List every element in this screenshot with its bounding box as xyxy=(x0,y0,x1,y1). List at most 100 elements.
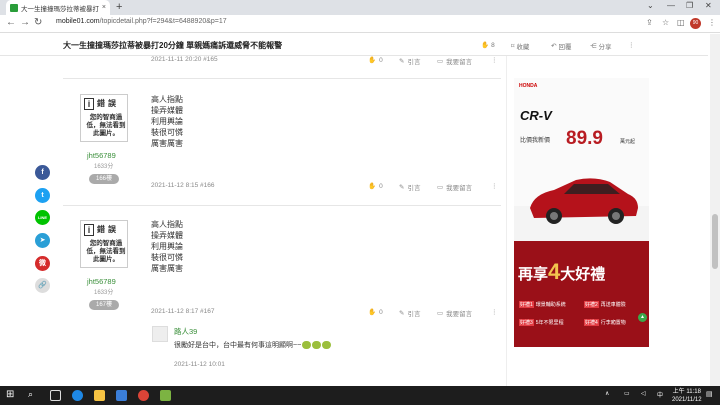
post-body: 高人指點 操弄媒體 利用輿論 裝很可憐 厲害厲害 xyxy=(151,220,183,273)
facebook-share-icon[interactable]: f xyxy=(35,165,50,180)
reply-button[interactable]: ↶ 回覆 xyxy=(551,41,571,51)
ad-model-name: CR-V xyxy=(520,108,552,123)
quote-icon: ✎ xyxy=(399,58,405,65)
minimize-icon[interactable]: — xyxy=(667,1,675,10)
tray-arrow-icon[interactable]: ∧ xyxy=(605,390,613,401)
ad-gift-item: 好禮2 再送車體險 xyxy=(584,301,626,308)
store-icon[interactable] xyxy=(116,390,127,401)
share-page-icon[interactable]: ⇪ xyxy=(646,18,653,27)
user-score: 1633分 xyxy=(94,290,114,296)
file-explorer-icon[interactable] xyxy=(94,390,105,401)
scrollbar-thumb[interactable] xyxy=(712,214,718,269)
share-button[interactable]: ⋲ 分享 xyxy=(590,41,612,51)
reply-text: 很勵好是台中，台中最有何事這明顯啊~~ xyxy=(174,340,332,350)
notification-icon[interactable]: ▤ xyxy=(706,390,717,401)
tab-search-icon[interactable]: ⌄ xyxy=(647,1,654,10)
user-avatar[interactable]: i 錯誤 您的智商過低，無法看到此圖片。 xyxy=(80,220,128,268)
advertisement[interactable]: HONDA CR-V 比價我新價 89.9 萬元起 再享4大好禮 好禮1 環景輔助… xyxy=(514,78,649,347)
more-options-icon[interactable]: ⋮ xyxy=(628,41,635,49)
search-icon[interactable]: ⌕ xyxy=(28,389,39,400)
quote-button[interactable]: ✎ 引言 xyxy=(399,56,420,66)
post-more-icon[interactable]: ⋮ xyxy=(491,308,498,316)
ad-promo-panel: 再享4大好禮 好禮1 環景輔助系統 好禮2 再送車體險 好禮3 5年不限里程 好禮4 行… xyxy=(514,241,649,347)
comment-button[interactable]: ▭ 我要留言 xyxy=(437,308,472,318)
address-bar[interactable]: mobile01.com/topicdetail.php?f=294&t=648… xyxy=(56,18,227,25)
chrome-icon[interactable] xyxy=(138,390,149,401)
comment-button[interactable]: ▭ 我要留言 xyxy=(437,182,472,192)
reply-username-link[interactable]: 路人39 xyxy=(174,326,197,337)
username-link[interactable]: jht56789 xyxy=(87,277,116,286)
url-path: /topicdetail.php?f=294&t=6488920&p=17 xyxy=(99,18,227,25)
taskbar: ⊞ ⌕ ∧ ▭ ◁ 中 上午 11:18 2021/11/12 ▤ xyxy=(0,386,720,405)
like-button[interactable]: ✋ 0 xyxy=(368,308,383,317)
thumb-icon: ✋ xyxy=(368,309,377,316)
weibo-share-icon[interactable]: 微 xyxy=(35,256,50,271)
line-share-icon[interactable]: LINE xyxy=(35,210,50,225)
windows-start-icon[interactable]: ⊞ xyxy=(6,389,17,400)
forward-icon[interactable]: → xyxy=(20,17,30,28)
sidebar-divider xyxy=(506,56,507,386)
new-tab-button[interactable]: + xyxy=(116,1,122,13)
favorite-button[interactable]: ⌑ 收藏 xyxy=(511,41,529,51)
floor-badge: 166樓 xyxy=(89,174,119,184)
close-window-icon[interactable]: ✕ xyxy=(705,1,712,10)
username-link[interactable]: jht56789 xyxy=(87,151,116,160)
avatar-error-message: 您的智商過低，無法看到此圖片。 xyxy=(86,240,126,263)
post-timestamp: 2021-11-11 20:20 #165 xyxy=(151,56,218,63)
post-more-icon[interactable]: ⋮ xyxy=(491,56,498,64)
profile-avatar[interactable]: 90 xyxy=(690,18,701,29)
user-score: 1633分 xyxy=(94,164,114,170)
close-tab-icon[interactable]: × xyxy=(102,4,106,11)
back-icon[interactable]: ← xyxy=(6,17,16,28)
thumb-icon: ✋ xyxy=(368,57,377,64)
comment-icon: ▭ xyxy=(437,184,444,191)
floor-badge: 167樓 xyxy=(89,300,119,310)
browser-toolbar: ← → ↻ mobile01.com/topicdetail.php?f=294… xyxy=(0,15,720,33)
menu-icon[interactable]: ⋮ xyxy=(708,18,716,27)
user-avatar[interactable]: i 錯誤 您的智商過低，無法看到此圖片。 xyxy=(80,94,128,142)
avatar-error-title: 錯誤 xyxy=(97,225,119,234)
ad-arrow-icon[interactable]: ▲ xyxy=(638,313,647,322)
thumb-icon: ✋ xyxy=(368,183,377,190)
post-divider xyxy=(63,78,501,79)
comment-button[interactable]: ▭ 我要留言 xyxy=(437,56,472,66)
topic-header: 大一生撞撞瑪莎拉蒂被暴打20分鐘 單親媽痛訴還威脅不能報警 ✋ 8 ⌑ 收藏 ↶ 回覆… xyxy=(0,34,708,56)
info-icon: i xyxy=(84,224,94,236)
language-icon[interactable]: 中 xyxy=(657,390,665,401)
comment-icon: ▭ xyxy=(437,310,444,317)
quote-button[interactable]: ✎ 引言 xyxy=(399,182,420,192)
topic-like-button[interactable]: ✋ 8 xyxy=(481,41,495,50)
extensions-icon[interactable]: ◫ xyxy=(677,18,685,27)
bookmark-star-icon[interactable]: ☆ xyxy=(662,18,669,27)
like-button[interactable]: ✋ 0 xyxy=(368,182,383,191)
reload-icon[interactable]: ↻ xyxy=(34,17,42,28)
comment-icon: ▭ xyxy=(437,58,444,65)
share-icon: ⋲ xyxy=(590,43,597,50)
network-icon[interactable]: ▭ xyxy=(624,390,632,401)
system-clock[interactable]: 上午 11:18 2021/11/12 xyxy=(672,388,702,404)
page-scrollbar[interactable] xyxy=(710,34,720,386)
copy-link-icon[interactable]: 🔗 xyxy=(35,278,50,293)
emoji-icon xyxy=(312,341,322,350)
like-button[interactable]: ✋ 0 xyxy=(368,56,383,65)
twitter-share-icon[interactable]: t xyxy=(35,188,50,203)
edge-icon[interactable] xyxy=(72,390,83,401)
volume-icon[interactable]: ◁ xyxy=(641,390,649,401)
reply-avatar[interactable] xyxy=(152,326,168,342)
ad-price: 89.9 xyxy=(566,128,603,149)
telegram-share-icon[interactable]: ➤ xyxy=(35,233,50,248)
restore-icon[interactable]: ❐ xyxy=(686,1,693,10)
quote-button[interactable]: ✎ 引言 xyxy=(399,308,420,318)
task-view-icon[interactable] xyxy=(50,390,61,401)
browser-tab[interactable]: 大一生撞撞瑪莎拉蒂被暴打20分鐘 × xyxy=(6,0,110,15)
post-timestamp: 2021-11-12 8:15 #166 xyxy=(151,182,215,189)
thumb-icon: ✋ xyxy=(481,42,490,49)
ad-brand-logo: HONDA xyxy=(519,83,538,89)
quote-icon: ✎ xyxy=(399,184,405,191)
post-more-icon[interactable]: ⋮ xyxy=(491,182,498,190)
car-image xyxy=(530,178,638,224)
quote-icon: ✎ xyxy=(399,310,405,317)
avatar-error-title: 錯誤 xyxy=(97,99,119,108)
app-icon[interactable] xyxy=(160,390,171,401)
reply-icon: ↶ xyxy=(551,43,557,50)
